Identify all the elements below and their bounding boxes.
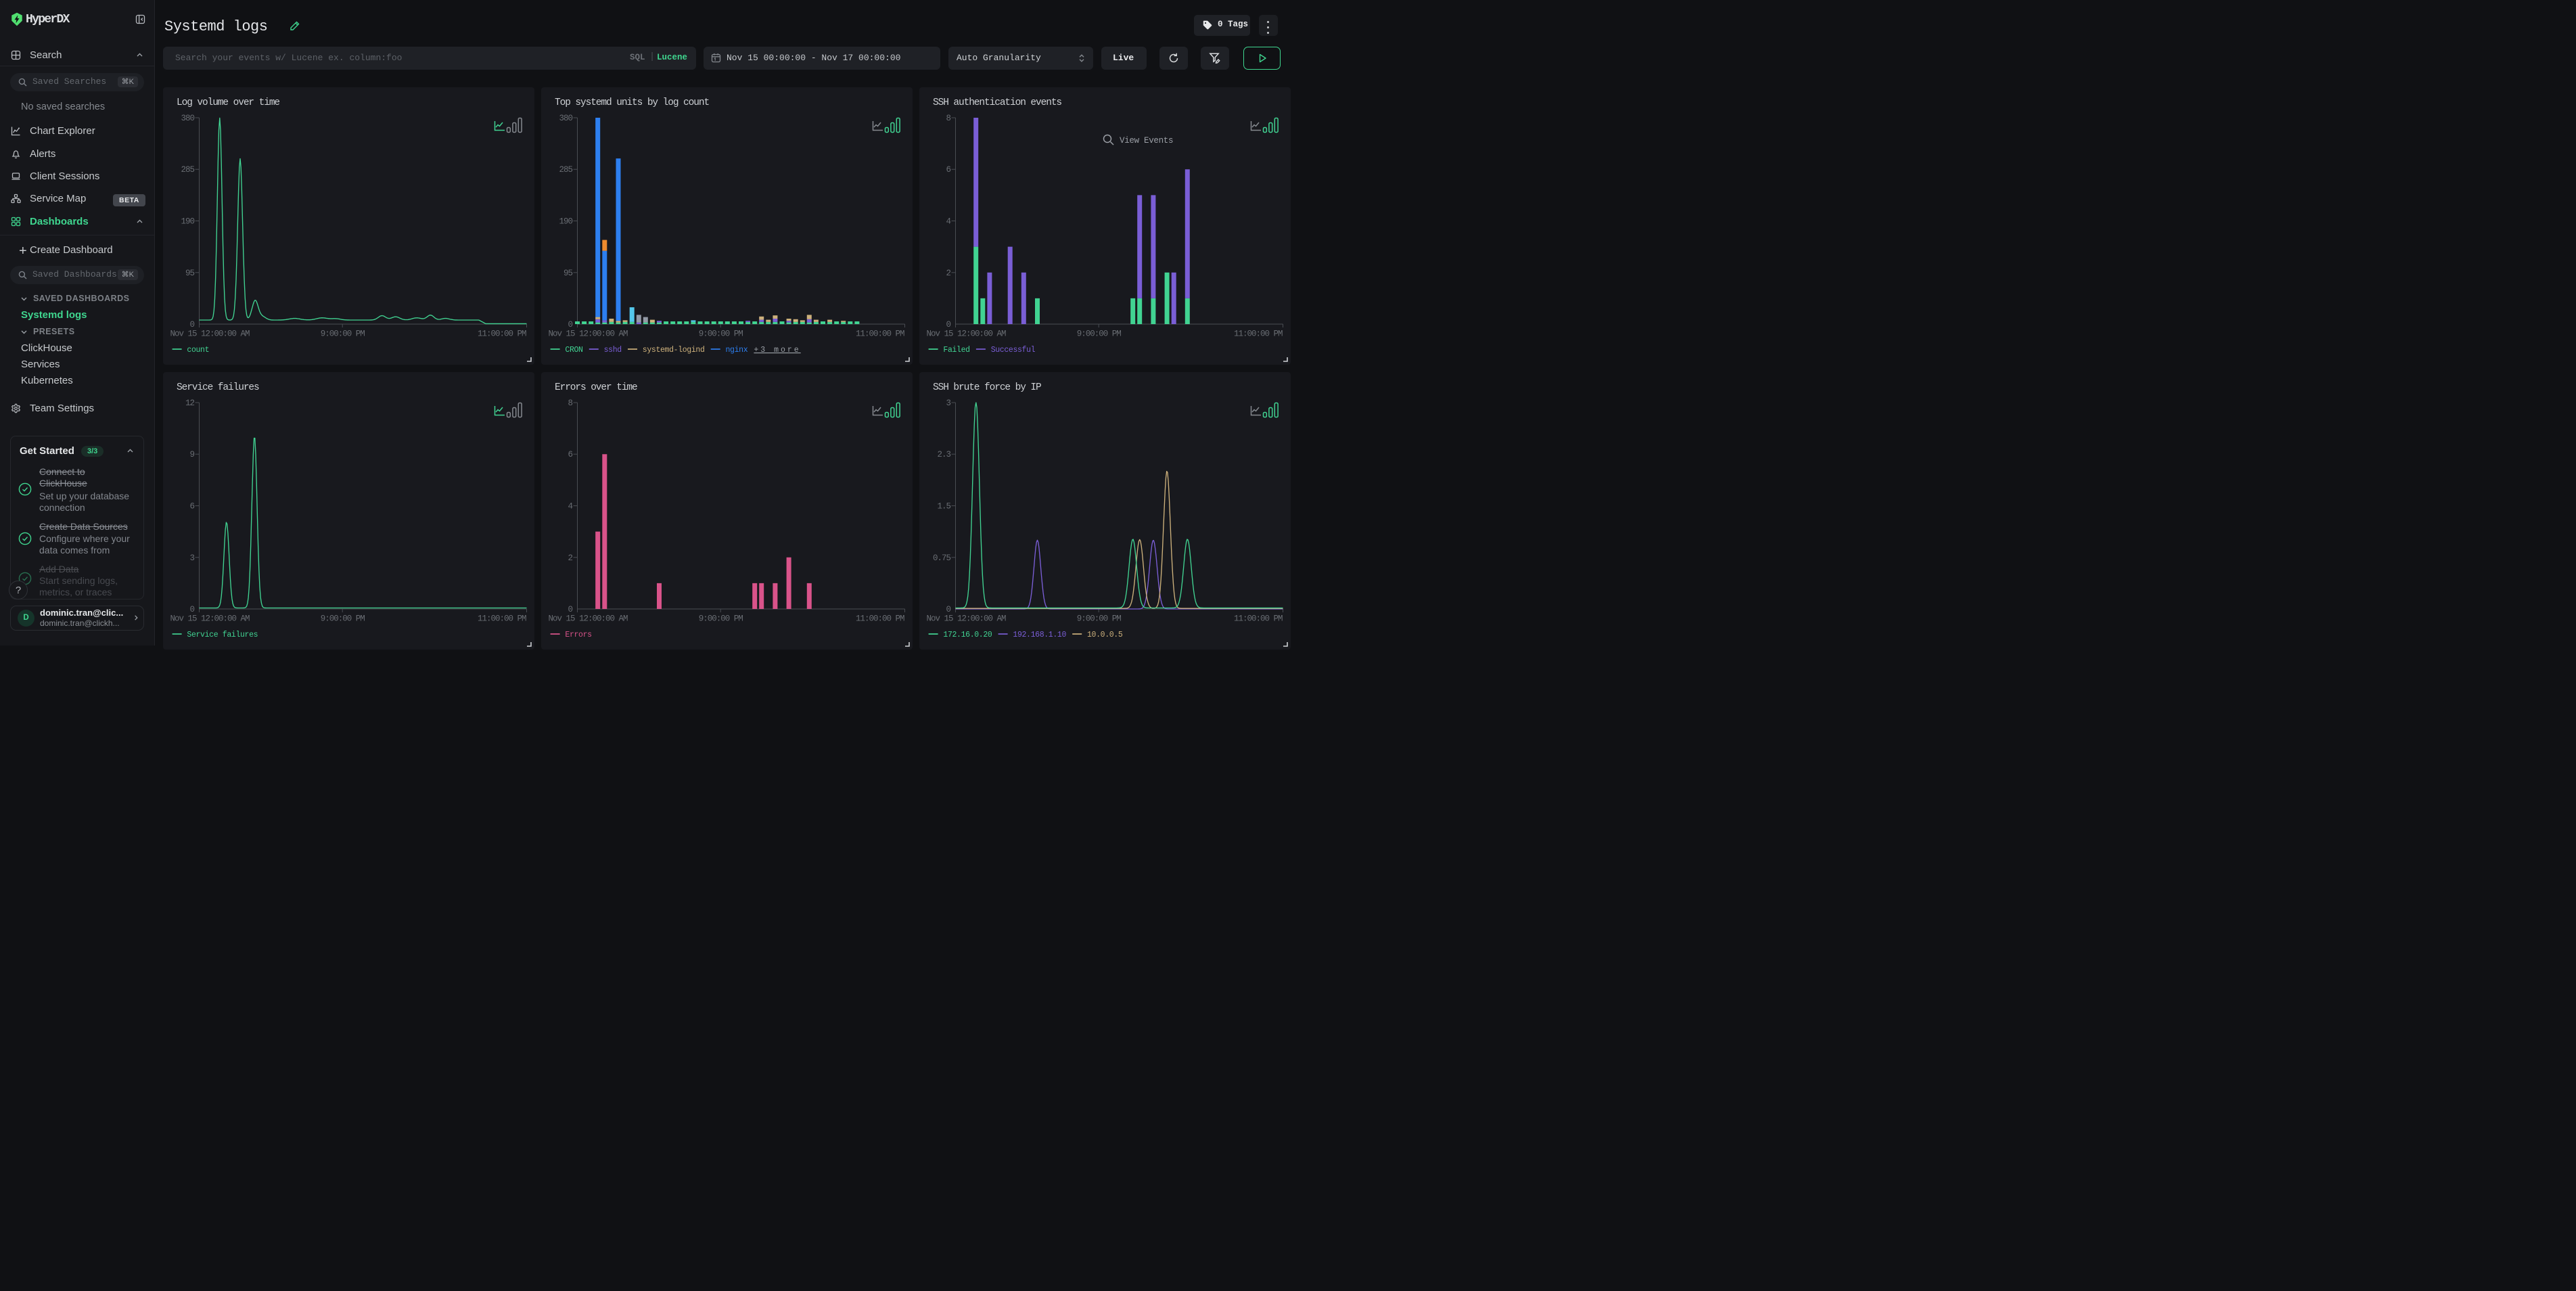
svg-text:4: 4 [946, 217, 950, 227]
svg-text:SSH brute force by IP: SSH brute force by IP [933, 382, 1041, 393]
svg-text:Errors over time: Errors over time [555, 382, 637, 393]
svg-text:8: 8 [568, 399, 572, 408]
svg-text:Service failures: Service failures [187, 631, 258, 639]
svg-text:0: 0 [946, 605, 950, 614]
svg-text:Failed: Failed [943, 346, 969, 355]
svg-text:0: 0 [568, 605, 572, 614]
svg-text:CRON: CRON [565, 346, 582, 355]
svg-text:0: 0 [946, 320, 950, 330]
svg-text:0: 0 [568, 320, 572, 330]
svg-text:sshd: sshd [604, 346, 622, 355]
svg-text:0.75: 0.75 [933, 553, 951, 563]
svg-text:95: 95 [185, 269, 195, 278]
svg-text:Errors: Errors [565, 631, 591, 639]
svg-text:0: 0 [189, 320, 194, 330]
svg-text:192.168.1.10: 192.168.1.10 [1013, 631, 1066, 639]
svg-text:1.5: 1.5 [937, 502, 950, 512]
svg-text:count: count [187, 346, 209, 355]
svg-text:11:00:00 PM: 11:00:00 PM [1234, 330, 1283, 339]
svg-text:11:00:00 PM: 11:00:00 PM [856, 614, 904, 624]
svg-text:12: 12 [185, 399, 195, 408]
svg-text:2.3: 2.3 [937, 450, 950, 459]
svg-text:6: 6 [946, 165, 950, 175]
svg-text:SSH authentication events: SSH authentication events [933, 97, 1061, 108]
svg-text:380: 380 [559, 114, 572, 123]
svg-text:2: 2 [946, 269, 950, 278]
svg-text:9:00:00 PM: 9:00:00 PM [321, 330, 365, 339]
svg-text:9:00:00 PM: 9:00:00 PM [699, 330, 743, 339]
svg-text:9:00:00 PM: 9:00:00 PM [321, 614, 365, 624]
svg-text:285: 285 [559, 165, 572, 175]
svg-text:285: 285 [181, 165, 194, 175]
svg-text:nginx: nginx [726, 346, 748, 355]
svg-text:9: 9 [189, 450, 194, 459]
svg-text:Nov 15 12:00:00 AM: Nov 15 12:00:00 AM [549, 330, 628, 339]
svg-text:2: 2 [568, 553, 572, 563]
svg-text:190: 190 [181, 217, 194, 227]
svg-text:9:00:00 PM: 9:00:00 PM [1077, 614, 1122, 624]
svg-text:11:00:00 PM: 11:00:00 PM [478, 614, 526, 624]
svg-text:+3 more: +3 more [754, 346, 800, 355]
svg-text:4: 4 [568, 502, 572, 512]
svg-text:190: 190 [559, 217, 572, 227]
svg-text:Log volume over time: Log volume over time [177, 97, 279, 108]
svg-text:Successful: Successful [991, 346, 1036, 355]
svg-text:172.16.0.20: 172.16.0.20 [943, 631, 992, 639]
svg-text:Nov 15 12:00:00 AM: Nov 15 12:00:00 AM [170, 330, 250, 339]
svg-text:9:00:00 PM: 9:00:00 PM [1077, 330, 1122, 339]
svg-text:10.0.0.5: 10.0.0.5 [1087, 631, 1123, 639]
svg-text:3: 3 [946, 399, 950, 408]
svg-text:Nov 15 12:00:00 AM: Nov 15 12:00:00 AM [927, 614, 1007, 624]
svg-text:95: 95 [564, 269, 573, 278]
svg-text:View Events: View Events [1120, 136, 1173, 145]
svg-text:Nov 15 12:00:00 AM: Nov 15 12:00:00 AM [170, 614, 250, 624]
svg-text:6: 6 [568, 450, 572, 459]
svg-text:11:00:00 PM: 11:00:00 PM [1234, 614, 1283, 624]
svg-text:Service failures: Service failures [177, 382, 259, 393]
svg-text:9:00:00 PM: 9:00:00 PM [699, 614, 743, 624]
svg-text:11:00:00 PM: 11:00:00 PM [856, 330, 904, 339]
svg-text:11:00:00 PM: 11:00:00 PM [478, 330, 526, 339]
svg-text:Nov 15 12:00:00 AM: Nov 15 12:00:00 AM [549, 614, 628, 624]
svg-text:0: 0 [189, 605, 194, 614]
svg-text:3: 3 [189, 553, 194, 563]
svg-text:8: 8 [946, 114, 950, 123]
svg-text:Nov 15 12:00:00 AM: Nov 15 12:00:00 AM [927, 330, 1007, 339]
svg-text:380: 380 [181, 114, 194, 123]
svg-text:Top systemd units by log count: Top systemd units by log count [555, 97, 709, 108]
svg-text:6: 6 [189, 502, 194, 512]
svg-text:systemd-logind: systemd-logind [643, 346, 705, 355]
